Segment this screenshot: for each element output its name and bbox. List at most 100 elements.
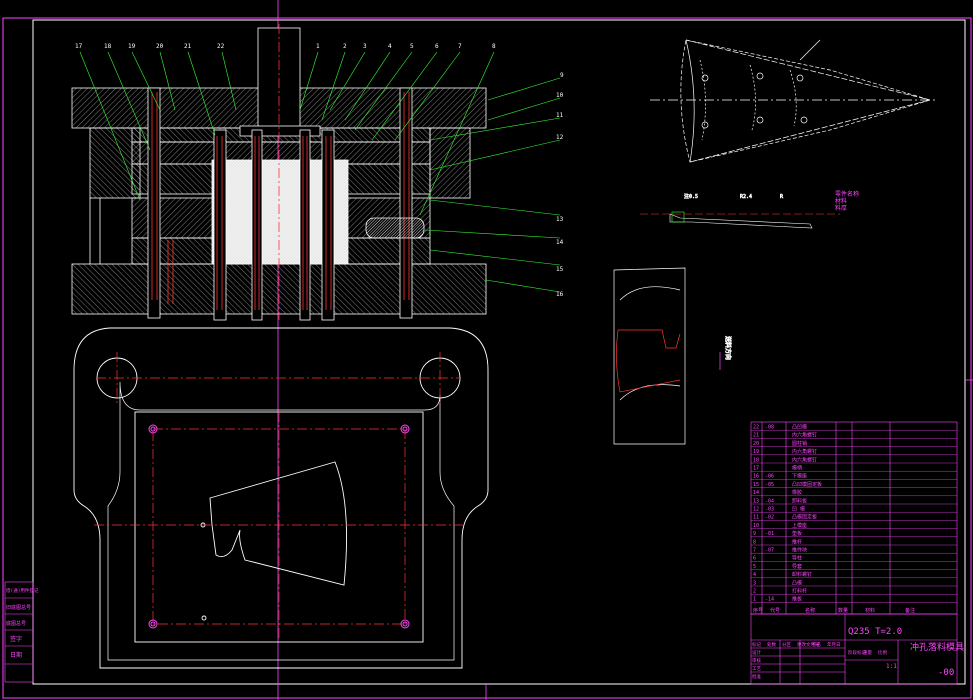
svg-text:R2.4: R2.4 [740, 194, 752, 200]
right-side-block [429, 127, 471, 199]
callout-2: 2 [343, 43, 347, 50]
part-fan-drawing [650, 39, 935, 163]
callout-18: 18 [104, 43, 112, 50]
bom-row-name: 卸料板 [792, 497, 807, 504]
bom-row-name: 打料杆 [792, 588, 807, 595]
bom-row-name: 凹 模 [792, 506, 805, 513]
callout-10: 10 [556, 92, 564, 99]
bom-row-code: -07 [765, 548, 774, 554]
bom-row-name: 凸凹模固定板 [792, 481, 822, 488]
bom-row-number: 8 [753, 539, 756, 545]
bom-row-number: 20 [753, 441, 759, 447]
callout-3: 3 [363, 43, 367, 50]
strip-layout: 送料方向 [613, 267, 732, 445]
stamp-label-4: 日期 [10, 651, 22, 659]
bom-row-name: 下模座 [792, 473, 807, 480]
bom-row-name: 凸模 [792, 579, 802, 586]
material-code: Q235 T=2.0 [848, 627, 902, 637]
bom-row-number: 18 [753, 457, 759, 463]
title-block-label: 重量 [863, 649, 872, 656]
bom-row-code: -06 [765, 474, 774, 480]
stamp-label-3: 签字 [10, 635, 22, 643]
bom-row-name: 上模座 [792, 522, 807, 529]
callout-numbers-right: 9 10 11 12 13 14 15 16 [556, 72, 564, 298]
stamp-label-2: 底图总号 [6, 620, 26, 627]
bom-row-name: 模柄 [792, 465, 802, 472]
bom-row-number: 7 [753, 548, 756, 554]
title-block-label: 设计 [752, 649, 761, 656]
callout-16: 16 [556, 291, 564, 298]
bom-row-name: 推板 [792, 596, 802, 603]
bom-row-number: 13 [753, 498, 759, 504]
cad-drawing-canvas: 17 18 19 20 21 22 1 2 3 4 5 6 7 8 9 10 1… [2, 0, 973, 700]
svg-text:送料方向: 送料方向 [724, 336, 732, 360]
title-block-label: 比例 [878, 649, 887, 656]
bom-row-number: 6 [753, 556, 756, 562]
bom-row-name: 导柱 [792, 555, 802, 562]
bom-row-number: 15 [753, 482, 759, 488]
callout-9: 9 [560, 72, 564, 79]
note-thickness: 料厚 [835, 204, 847, 212]
bom-row-name: 圆柱销 [792, 440, 807, 447]
callout-20: 20 [156, 43, 164, 50]
bom-header-cell: 代号 [770, 607, 780, 614]
scale-value: 1:1 [886, 663, 897, 670]
bom-row-number: 16 [753, 474, 759, 480]
bom-row-name: 内六角螺钉 [792, 448, 817, 455]
bom-row-number: 22 [753, 425, 759, 431]
bom-row-name: 推件块 [792, 547, 807, 554]
bom-rows: 22 -08 凸凹模21 内六角螺钉20 圆柱销19 内六角螺钉18 内六角螺钉17 模柄16… [751, 424, 957, 680]
callout-5: 5 [410, 43, 414, 50]
bom-row-code: -03 [765, 507, 774, 513]
title-block-label: 批准 [752, 673, 761, 680]
bom-row-number: 11 [753, 515, 759, 521]
bom-row-number: 14 [753, 490, 759, 496]
bom-row-name: 推杆 [792, 538, 802, 545]
bom-row-code: -01 [765, 531, 774, 537]
bom-row-name: 垫板 [792, 530, 802, 537]
bom-row-name: 导套 [792, 563, 802, 570]
left-revision-stamp [4, 581, 34, 683]
callout-11: 11 [556, 112, 564, 119]
bom-row-name: 凸凹模 [792, 424, 807, 431]
callout-13: 13 [556, 216, 564, 223]
bom-table [750, 421, 958, 615]
bom-row-name: 内六角螺钉 [792, 432, 817, 439]
bom-row-number: 9 [753, 531, 756, 537]
section-view [71, 24, 487, 321]
bom-row-name: 卸料螺钉 [792, 571, 812, 578]
bom-row-name: 凸模固定板 [792, 514, 817, 521]
drawing-title: 冲孔落料模具 [910, 641, 964, 653]
callout-22: 22 [217, 43, 225, 50]
bom-header-cell: 材料 [865, 607, 875, 614]
note-material: 材料 [835, 197, 847, 205]
callout-12: 12 [556, 134, 564, 141]
callout-15: 15 [556, 266, 564, 273]
title-block-label: 工艺 [752, 666, 761, 672]
title-block-label: 处数 [767, 641, 776, 648]
callout-19: 19 [128, 43, 136, 50]
bom-row-number: 19 [753, 449, 759, 455]
callout-6: 6 [435, 43, 439, 50]
bom-header-cell: 序号 [753, 607, 763, 614]
bom-row-number: 2 [753, 589, 756, 595]
bom-row-code: -05 [765, 482, 774, 488]
title-block-label: 标记 [752, 641, 761, 648]
part-side-view: 注0.5 R2.4 R [640, 193, 840, 229]
bom-header-cell: 名称 [805, 607, 815, 614]
bom-row-number: 5 [753, 564, 756, 570]
svg-text:注0.5: 注0.5 [684, 193, 698, 200]
drawing-number: -00 [938, 668, 954, 678]
bom-row-number: 4 [753, 572, 756, 578]
bom-row-code: -14 [765, 597, 774, 603]
rubber-spring [365, 217, 425, 239]
bom-row-number: 12 [753, 507, 759, 513]
bom-row-number: 3 [753, 580, 756, 586]
callout-7: 7 [458, 43, 462, 50]
bom-header-cell: 数量 [838, 607, 848, 614]
note-part-name: 零件名称 [835, 190, 859, 198]
title-block-label: 审核 [752, 657, 761, 664]
plan-view [73, 327, 489, 669]
title-block-label: 签名 [812, 641, 821, 648]
bom-row-code: -08 [765, 425, 774, 431]
